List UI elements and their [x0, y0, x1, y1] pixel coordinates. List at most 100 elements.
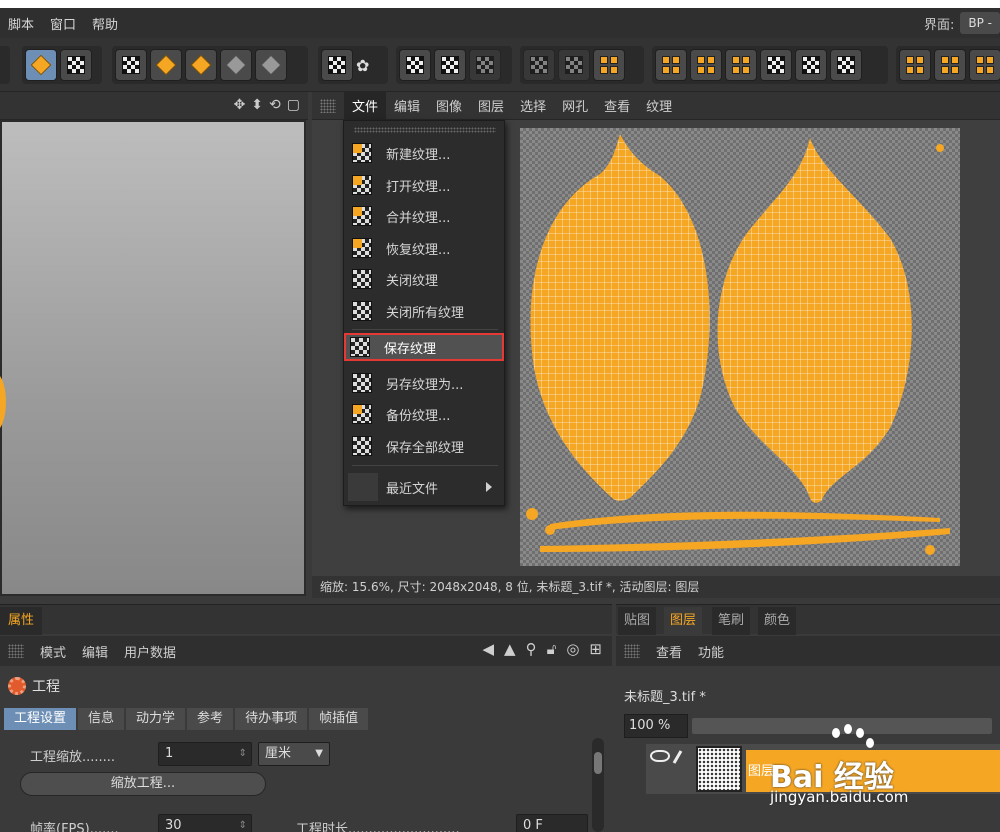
attr-menu-user-data[interactable]: 用户数据 — [116, 638, 184, 665]
uv-flip-button[interactable] — [795, 49, 827, 81]
attr-menu-mode[interactable]: 模式 — [32, 638, 74, 665]
toolbar-group-view — [22, 46, 102, 84]
grip-icon[interactable] — [320, 98, 336, 113]
lock-icon[interactable]: 🔓︎ — [547, 640, 557, 658]
te-menu-mesh[interactable]: 网孔 — [554, 92, 596, 119]
layout-select[interactable]: BP - — [960, 12, 1000, 34]
gear-icon[interactable]: ✿ — [356, 56, 369, 75]
fps-field[interactable]: 30 ⇕ — [158, 814, 252, 832]
texture-view-button[interactable] — [321, 49, 353, 81]
te-menu-layer[interactable]: 图层 — [470, 92, 512, 119]
menu-script[interactable]: 脚本 — [0, 14, 42, 33]
tab-dynamics[interactable]: 动力学 — [126, 708, 186, 730]
menu-item-save-all-textures[interactable]: 保存全部纹理 — [348, 432, 502, 460]
duration-field[interactable]: 0 F — [516, 814, 588, 832]
tab-materials[interactable]: 贴图 — [618, 607, 657, 635]
menu-item-revert-texture[interactable]: 恢复纹理... — [348, 234, 502, 262]
tab-brushes[interactable]: 笔刷 — [712, 607, 751, 635]
menu-item-new-texture[interactable]: 新建纹理... — [348, 139, 502, 167]
bp-uv-view-button[interactable] — [25, 49, 57, 81]
menu-item-open-texture[interactable]: 打开纹理... — [348, 171, 502, 199]
texture-editor-menubar: 文件 编辑 图像 图层 选择 网孔 查看 纹理 — [312, 92, 1000, 120]
scale-field[interactable]: 1 ⇕ — [158, 742, 252, 766]
stepper-icon[interactable]: ⇕ — [239, 743, 247, 765]
3d-viewport[interactable] — [0, 120, 306, 596]
layers-menu-functions[interactable]: 功能 — [690, 638, 732, 665]
menu-item-save-texture-as[interactable]: 另存纹理为... — [348, 369, 502, 397]
uv-move-button[interactable] — [655, 49, 687, 81]
tab-frame-interpolation[interactable]: 帧插值 — [309, 708, 369, 730]
attributes-scrollbar[interactable] — [592, 738, 604, 832]
paint-mode-1-button[interactable] — [115, 49, 147, 81]
scale-project-button[interactable]: 缩放工程... — [20, 772, 266, 796]
tab-reference[interactable]: 参考 — [187, 708, 234, 730]
menu-item-save-texture[interactable]: 保存纹理 — [344, 333, 504, 361]
tab-colors[interactable]: 颜色 — [758, 607, 797, 635]
target-icon[interactable]: ◎ — [566, 640, 579, 658]
tab-project-settings[interactable]: 工程设置 — [4, 708, 77, 730]
brush-icon[interactable] — [672, 750, 683, 764]
layout-split-v-button[interactable] — [934, 49, 966, 81]
new-panel-icon[interactable]: ⊞ — [589, 640, 602, 658]
menu-tearoff-grip[interactable] — [354, 127, 496, 133]
menu-window[interactable]: 窗口 — [42, 14, 84, 33]
move-view-icon[interactable]: ✥ — [234, 97, 246, 113]
tab-todo[interactable]: 待办事项 — [235, 708, 308, 730]
bp-3d-view-button[interactable] — [60, 49, 92, 81]
back-arrow-icon[interactable]: ◀ — [483, 640, 495, 658]
uv-align-button[interactable] — [830, 49, 862, 81]
tab-info[interactable]: 信息 — [78, 708, 125, 730]
bake-button[interactable] — [399, 49, 431, 81]
tab-layers[interactable]: 图层 — [664, 607, 703, 635]
tab-attributes[interactable]: 属性 — [0, 607, 43, 635]
uv-scale-button[interactable] — [690, 49, 722, 81]
uv-texture-image[interactable] — [520, 128, 960, 566]
main-toolbar: ✿ — [0, 38, 1000, 92]
paint-mode-4-button[interactable] — [220, 49, 252, 81]
te-menu-image[interactable]: 图像 — [428, 92, 470, 119]
paint-mode-5-button[interactable] — [255, 49, 287, 81]
layers-menu-view[interactable]: 查看 — [648, 638, 690, 665]
layer-zoom-field[interactable]: 100 % — [624, 714, 688, 738]
split-icon — [906, 56, 924, 74]
up-arrow-icon[interactable]: ▲ — [504, 640, 516, 658]
eye-icon[interactable] — [650, 750, 670, 762]
uv-tool-2-button[interactable] — [558, 49, 590, 81]
rotate-view-icon[interactable]: ⟲ — [269, 97, 281, 113]
scale-label: 工程缩放........ — [30, 750, 116, 765]
grip-icon[interactable] — [8, 644, 24, 658]
paint-mode-3-button[interactable] — [185, 49, 217, 81]
stepper-icon[interactable]: ⇕ — [239, 815, 247, 832]
layout-split-h-button[interactable] — [899, 49, 931, 81]
maximize-view-icon[interactable]: ▢ — [287, 97, 300, 113]
menu-help[interactable]: 帮助 — [84, 14, 126, 33]
uv-rotate-button[interactable] — [725, 49, 757, 81]
uv-mesh-drawing — [526, 134, 950, 555]
uv-mirror-button[interactable] — [760, 49, 792, 81]
menu-item-close-texture[interactable]: 关闭纹理 — [348, 265, 502, 293]
uv-tool-1-button[interactable] — [523, 49, 555, 81]
paint-mode-2-button[interactable] — [150, 49, 182, 81]
te-menu-file[interactable]: 文件 — [344, 92, 387, 119]
scale-unit-select[interactable]: 厘米 ▼ — [258, 742, 330, 766]
attr-menu-edit[interactable]: 编辑 — [74, 638, 116, 665]
menu-item-backup-texture[interactable]: 备份纹理... — [348, 400, 502, 428]
bake-object-button[interactable] — [434, 49, 466, 81]
uv-scale-icon — [697, 56, 715, 74]
uv-rotate-icon — [732, 56, 750, 74]
menu-item-merge-texture[interactable]: 合并纹理... — [348, 202, 502, 230]
layout-grid-button[interactable] — [969, 49, 1000, 81]
scrollbar-thumb[interactable] — [594, 752, 602, 774]
te-menu-select[interactable]: 选择 — [512, 92, 554, 119]
te-menu-edit[interactable]: 编辑 — [386, 92, 428, 119]
uv-dot-3 — [936, 144, 944, 152]
te-menu-texture[interactable]: 纹理 — [638, 92, 680, 119]
search-icon[interactable]: ⚲ — [526, 640, 537, 658]
menu-item-close-all-textures[interactable]: 关闭所有纹理 — [348, 297, 502, 325]
menu-item-recent-files[interactable]: 最近文件 — [348, 473, 502, 501]
zoom-view-icon[interactable]: ⬍ — [251, 97, 263, 113]
grip-icon[interactable] — [624, 644, 640, 658]
bake-options-button[interactable] — [469, 49, 501, 81]
uv-tool-3-button[interactable] — [593, 49, 625, 81]
te-menu-view[interactable]: 查看 — [596, 92, 638, 119]
